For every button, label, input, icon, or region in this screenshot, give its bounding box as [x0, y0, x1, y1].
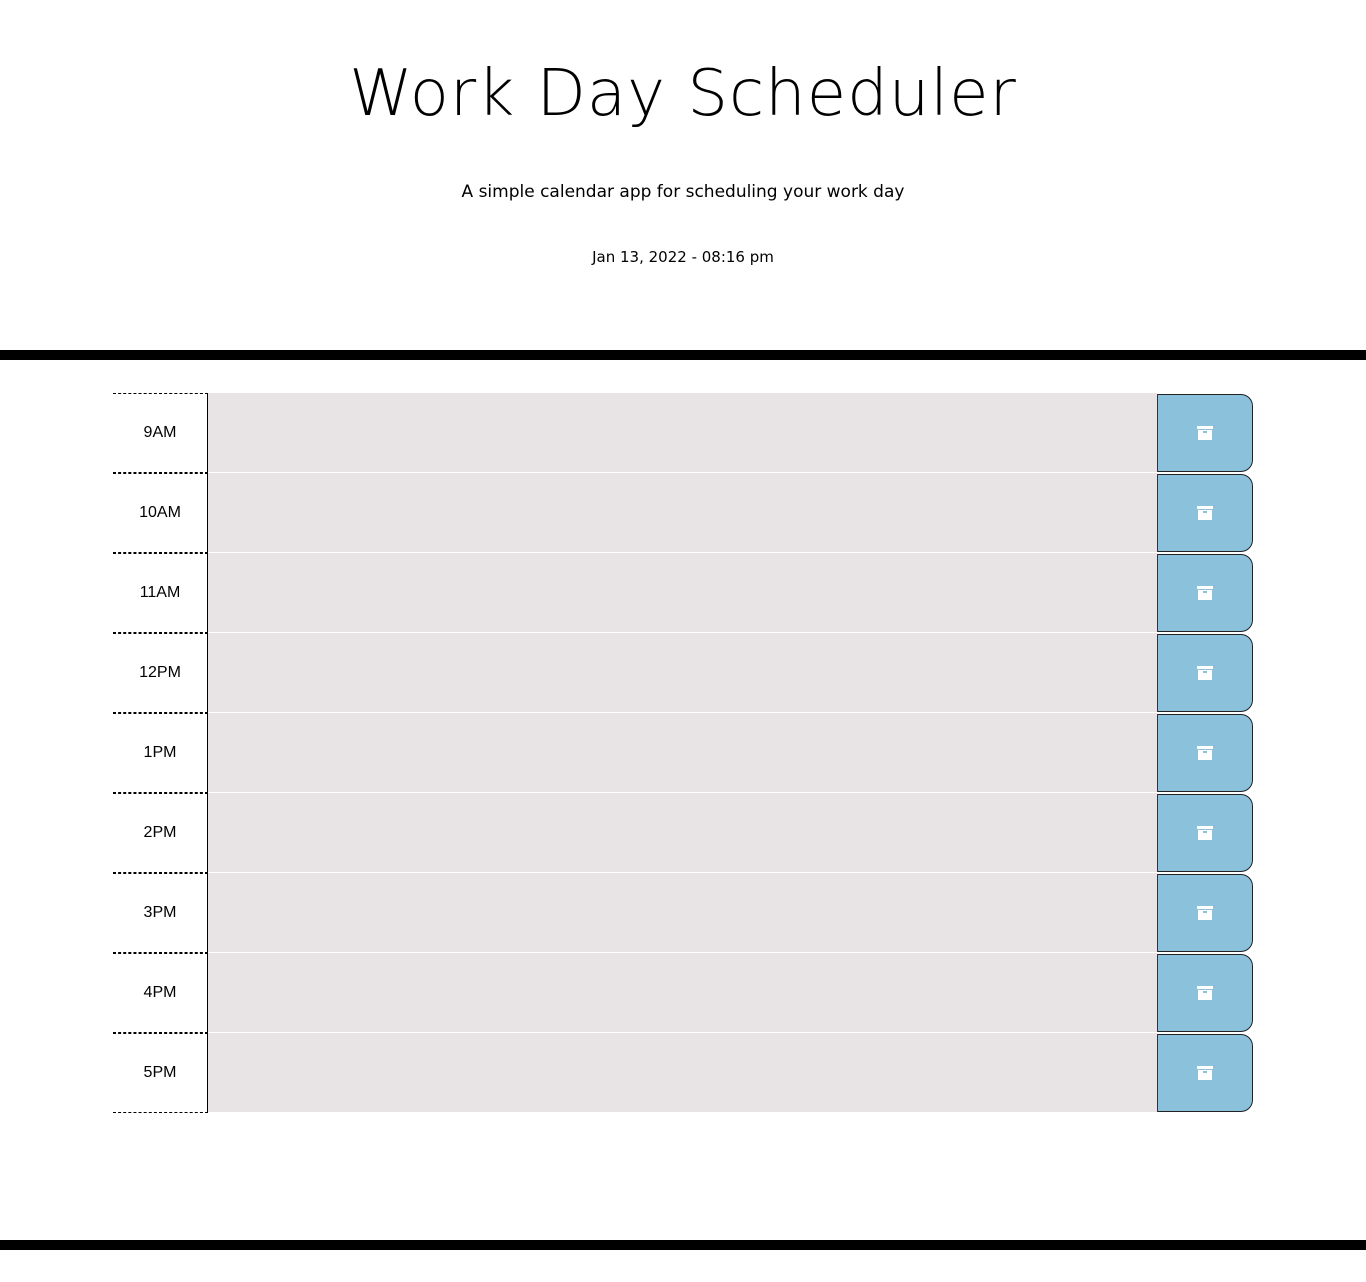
save-icon	[1197, 426, 1213, 440]
event-textarea[interactable]	[208, 1033, 1157, 1113]
save-button[interactable]	[1157, 954, 1253, 1032]
time-block-row: 1PM	[113, 713, 1253, 793]
time-block-row: 3PM	[113, 873, 1253, 953]
event-textarea[interactable]	[208, 633, 1157, 713]
save-icon	[1197, 906, 1213, 920]
page-subtitle: A simple calendar app for scheduling you…	[461, 182, 905, 202]
save-button[interactable]	[1157, 554, 1253, 632]
hour-label: 12PM	[113, 633, 208, 713]
page-header: Work Day Scheduler A simple calendar app…	[0, 0, 1366, 350]
hour-label: 9AM	[113, 393, 208, 473]
hour-label: 11AM	[113, 553, 208, 633]
event-textarea[interactable]	[208, 953, 1157, 1033]
time-block-row: 12PM	[113, 633, 1253, 713]
event-textarea[interactable]	[208, 553, 1157, 633]
event-textarea[interactable]	[208, 873, 1157, 953]
current-datetime: Jan 13, 2022 - 08:16 pm	[592, 248, 774, 266]
schedule-container: 9AM 10AM 11AM 12PM 1PM 2PM 3PM 4PM 5PM	[113, 393, 1253, 1113]
hour-label: 5PM	[113, 1033, 208, 1113]
hour-label: 1PM	[113, 713, 208, 793]
event-textarea[interactable]	[208, 393, 1157, 473]
footer-divider	[0, 1240, 1366, 1250]
save-button[interactable]	[1157, 794, 1253, 872]
time-block-row: 5PM	[113, 1033, 1253, 1113]
save-button[interactable]	[1157, 1034, 1253, 1112]
hour-label: 3PM	[113, 873, 208, 953]
header-divider	[0, 350, 1366, 360]
time-block-row: 2PM	[113, 793, 1253, 873]
time-block-row: 4PM	[113, 953, 1253, 1033]
event-textarea[interactable]	[208, 473, 1157, 553]
save-icon	[1197, 746, 1213, 760]
time-block-row: 9AM	[113, 393, 1253, 473]
save-button[interactable]	[1157, 634, 1253, 712]
save-button[interactable]	[1157, 394, 1253, 472]
hour-label: 2PM	[113, 793, 208, 873]
save-icon	[1197, 1066, 1213, 1080]
save-icon	[1197, 986, 1213, 1000]
save-icon	[1197, 506, 1213, 520]
save-button[interactable]	[1157, 714, 1253, 792]
save-icon	[1197, 826, 1213, 840]
save-icon	[1197, 666, 1213, 680]
save-button[interactable]	[1157, 474, 1253, 552]
time-block-row: 11AM	[113, 553, 1253, 633]
page-title: Work Day Scheduler	[349, 57, 1017, 131]
save-icon	[1197, 586, 1213, 600]
event-textarea[interactable]	[208, 793, 1157, 873]
hour-label: 10AM	[113, 473, 208, 553]
time-block-row: 10AM	[113, 473, 1253, 553]
event-textarea[interactable]	[208, 713, 1157, 793]
save-button[interactable]	[1157, 874, 1253, 952]
hour-label: 4PM	[113, 953, 208, 1033]
